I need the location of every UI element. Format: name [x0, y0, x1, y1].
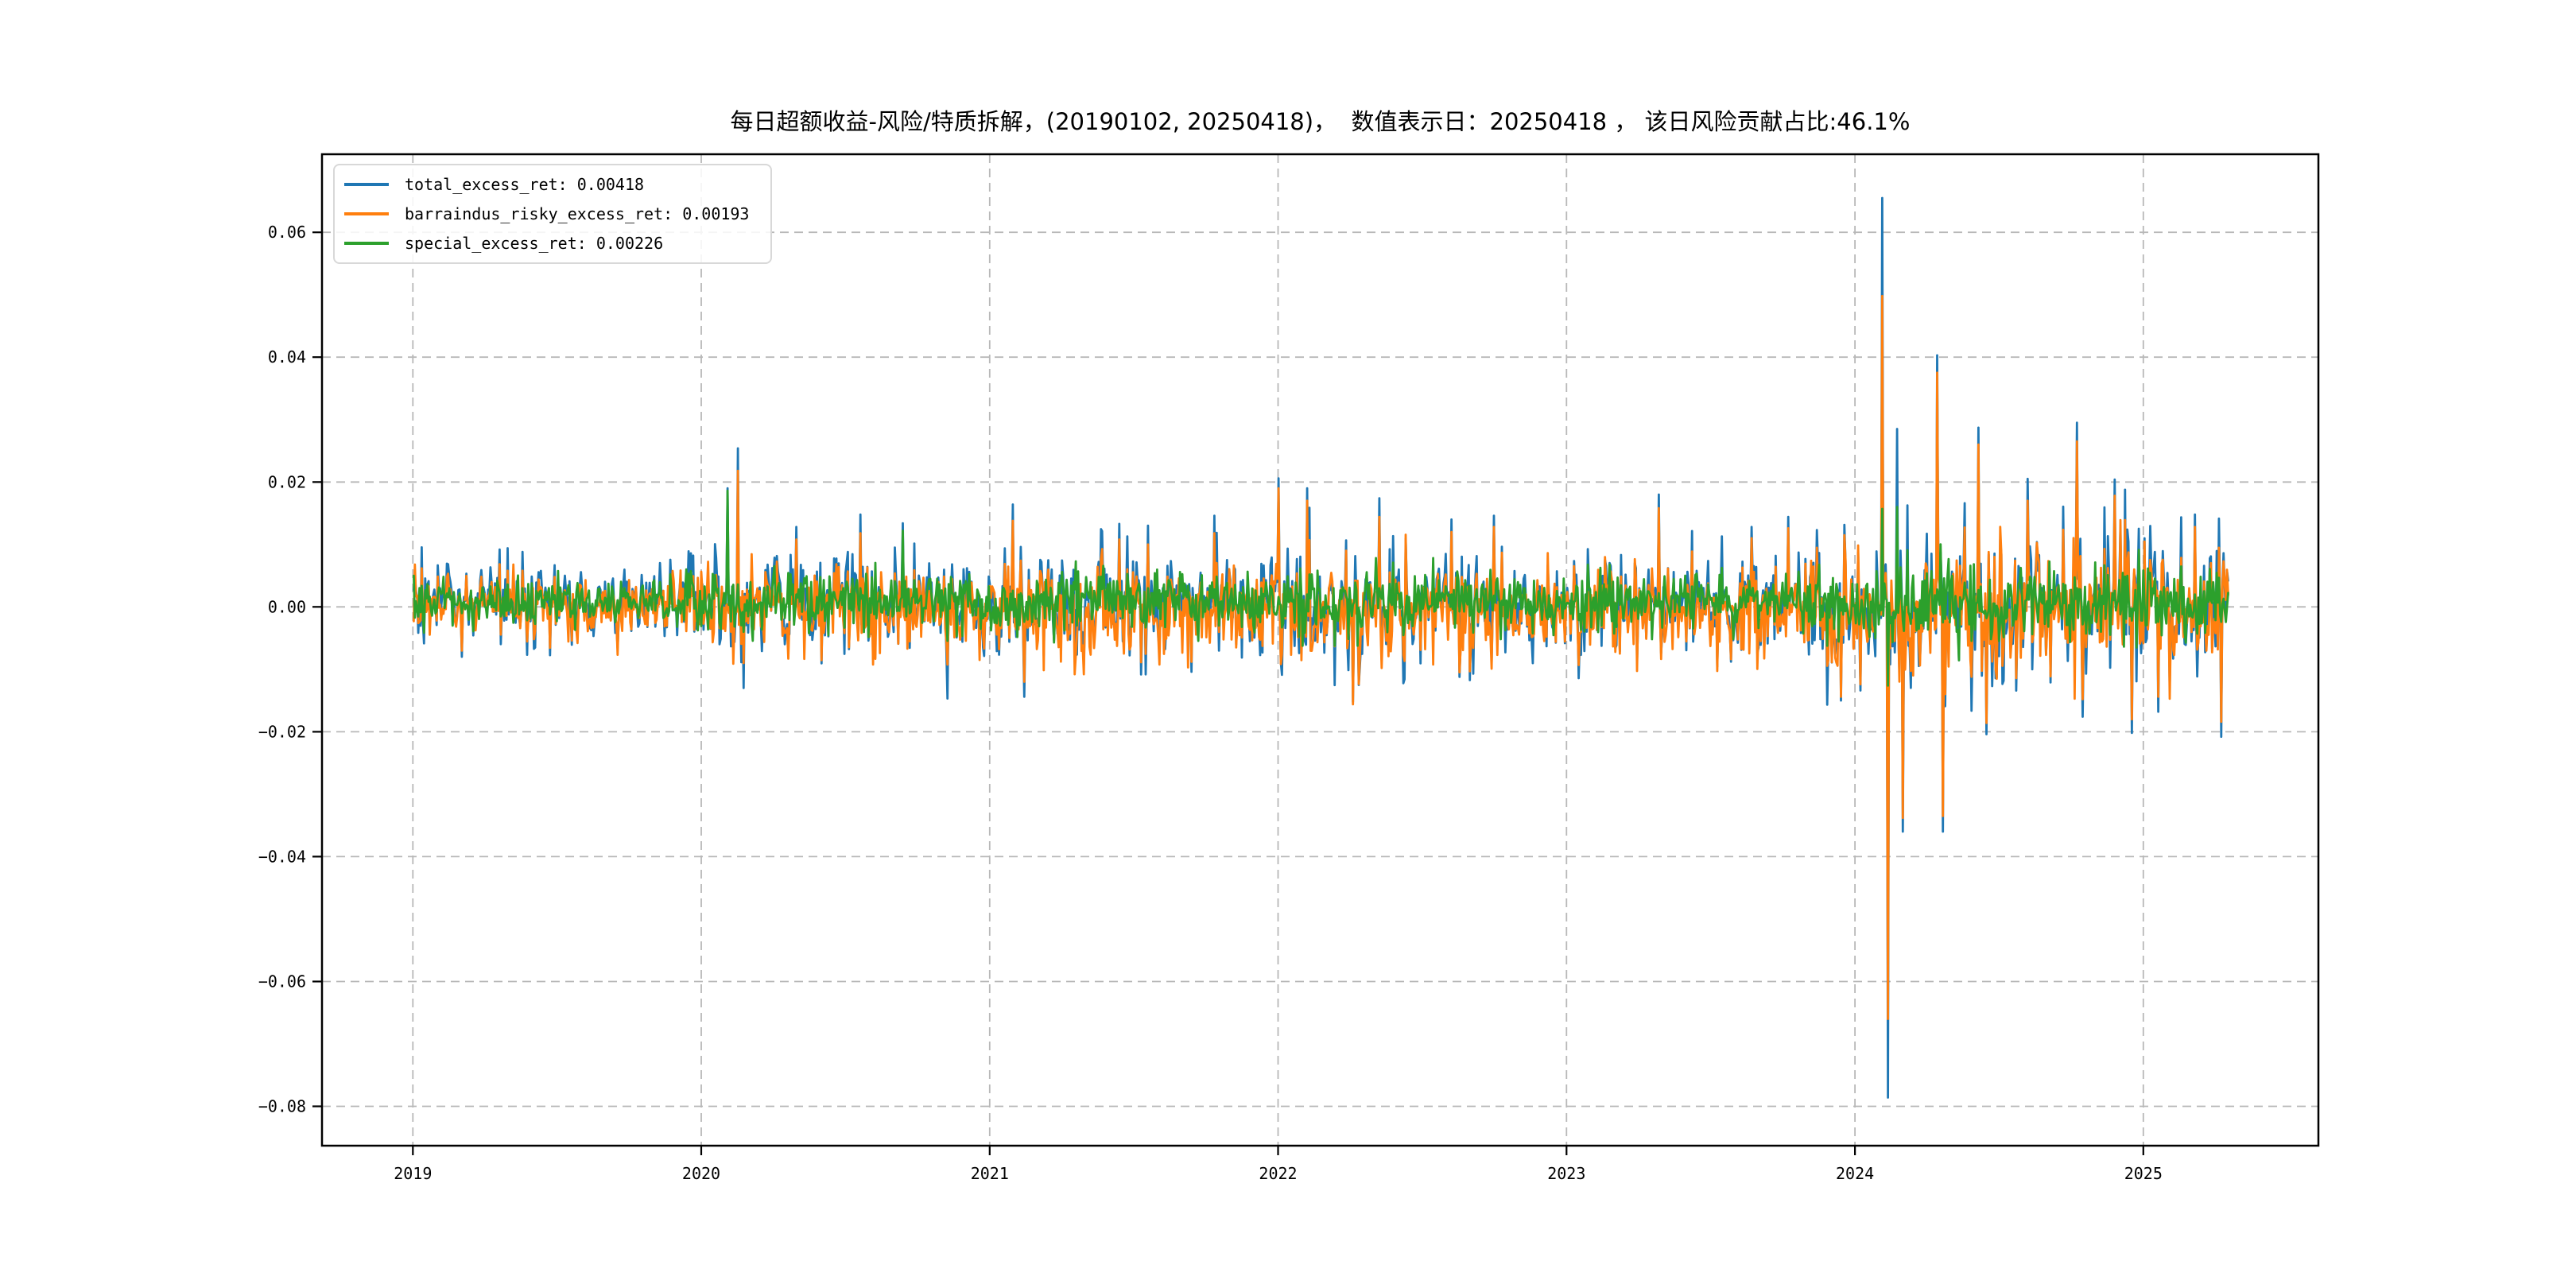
x-tick-label: 2025	[2124, 1164, 2163, 1183]
x-tick-label: 2024	[1836, 1164, 1874, 1183]
y-tick-label: −0.08	[258, 1097, 306, 1116]
plot-frame	[320, 153, 2320, 1147]
legend-label-risky: barraindus_risky_excess_ret: 0.00193	[405, 204, 750, 223]
legend-item-risky: barraindus_risky_excess_ret: 0.00193	[344, 200, 761, 227]
legend: total_excess_ret: 0.00418 barraindus_ris…	[333, 164, 772, 264]
x-tick-label: 2022	[1259, 1164, 1297, 1183]
legend-line-sample-special	[344, 242, 389, 245]
figure-canvas: 2019 2020 2021 2022 2023 2024 2025 0.06 0.04 0.02…	[0, 0, 2576, 1288]
chart-title: 每日超额收益-风险/特质拆解，(20190102, 20250418)， 数值表…	[730, 108, 1911, 135]
y-tick-label: −0.04	[258, 847, 306, 866]
y-tick-label: 0.04	[268, 347, 306, 367]
legend-line-sample-risky	[344, 212, 389, 215]
legend-item-special: special_excess_ret: 0.00226	[344, 230, 761, 257]
legend-line-sample-total	[344, 183, 389, 186]
legend-label-total: total_excess_ret: 0.00418	[405, 175, 645, 194]
x-tick-label: 2020	[682, 1164, 720, 1183]
y-tick-label: 0.00	[268, 597, 306, 616]
y-tick-label: −0.02	[258, 722, 306, 741]
legend-item-total: total_excess_ret: 0.00418	[344, 171, 761, 198]
y-tick-label: 0.06	[268, 223, 306, 242]
series-line-barraindus_risky_excess_ret	[413, 294, 2229, 1020]
series-line-total_excess_ret	[413, 196, 2229, 1099]
x-tick-label: 2021	[971, 1164, 1009, 1183]
y-tick-label: −0.06	[258, 972, 306, 991]
x-tick-label: 2023	[1547, 1164, 1585, 1183]
x-tick-label: 2019	[394, 1164, 432, 1183]
legend-label-special: special_excess_ret: 0.00226	[405, 234, 664, 253]
y-tick-label: 0.02	[268, 472, 306, 491]
